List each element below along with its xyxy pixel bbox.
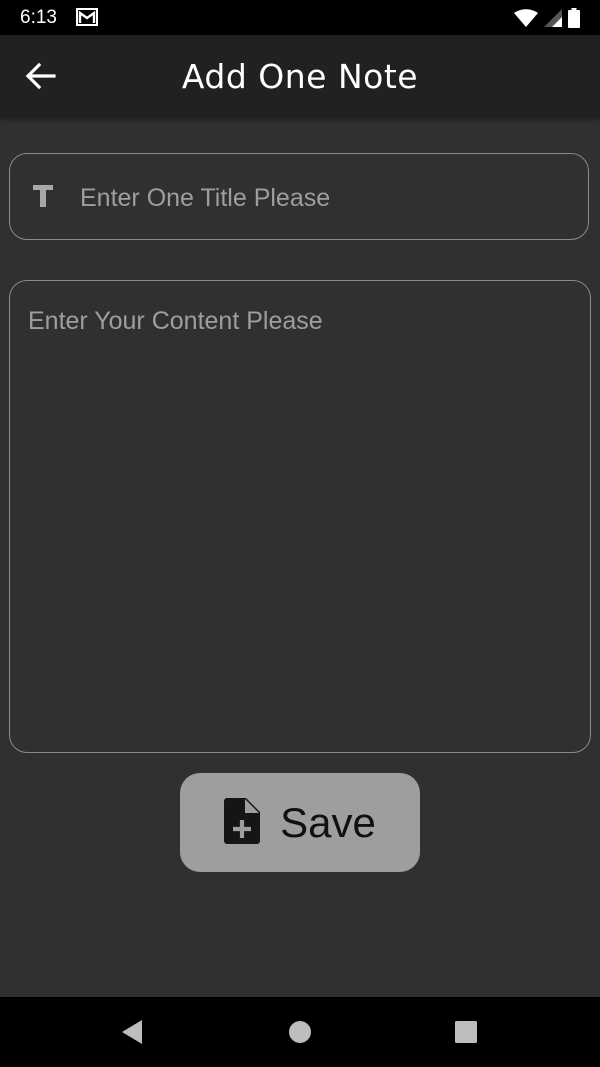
system-nav-bar — [0, 997, 600, 1067]
title-field[interactable] — [9, 153, 589, 240]
wifi-icon — [514, 9, 538, 32]
page-title: Add One Note — [181, 57, 419, 96]
save-button-label: Save — [280, 798, 376, 846]
content-field[interactable] — [9, 280, 591, 753]
status-time: 6:13 — [20, 7, 57, 28]
gmail-icon — [76, 8, 98, 31]
recents-square-icon — [455, 1021, 477, 1043]
app-bar: Add One Note — [0, 35, 600, 117]
nav-back-button[interactable] — [120, 1019, 144, 1050]
nav-recents-button[interactable] — [454, 1019, 478, 1050]
nav-home-button[interactable] — [288, 1019, 312, 1050]
text-T-icon — [32, 184, 54, 213]
cellular-signal-icon — [544, 9, 562, 32]
status-icons — [514, 8, 580, 33]
save-button[interactable]: Save — [180, 773, 420, 872]
file-add-icon — [224, 798, 261, 847]
home-circle-icon — [289, 1021, 311, 1043]
content-input[interactable] — [26, 305, 580, 739]
back-triangle-icon — [122, 1020, 142, 1044]
title-input[interactable] — [78, 176, 572, 220]
status-bar: 6:13 — [0, 0, 600, 35]
battery-icon — [568, 8, 580, 33]
